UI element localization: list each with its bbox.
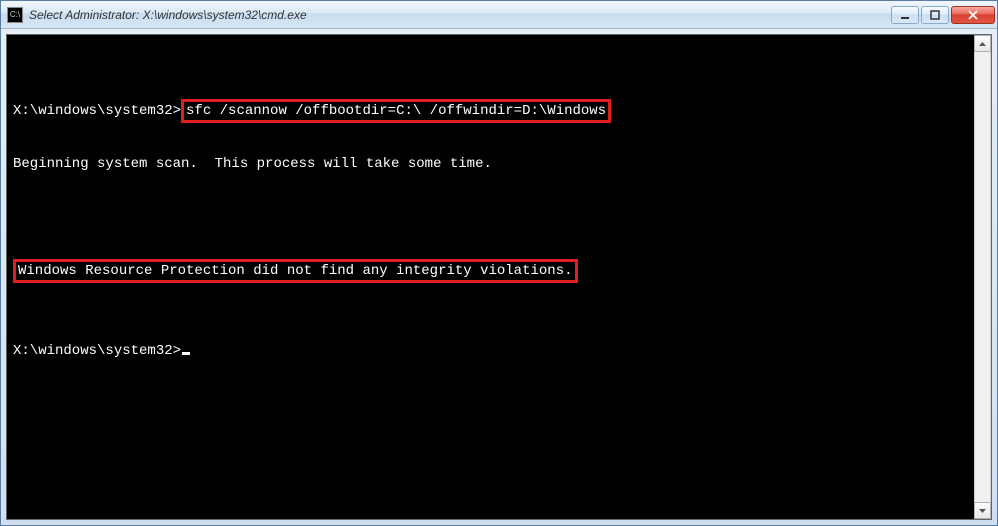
cmd-window: C:\ Select Administrator: X:\windows\sys… [0,0,998,526]
titlebar[interactable]: C:\ Select Administrator: X:\windows\sys… [1,1,997,29]
result-text: Windows Resource Protection did not find… [18,263,573,279]
maximize-button[interactable] [921,6,949,24]
close-button[interactable] [951,6,995,24]
scan-line: Beginning system scan. This process will… [13,151,968,178]
scroll-down-button[interactable] [974,502,991,519]
cursor [182,352,190,355]
command-highlight: sfc /scannow /offbootdir=C:\ /offwindir=… [181,99,611,123]
vertical-scrollbar[interactable] [974,35,991,519]
client-area: X:\windows\system32> sfc /scannow /offboo… [6,34,992,520]
console-output[interactable]: X:\windows\system32> sfc /scannow /offboo… [7,35,974,519]
scroll-track[interactable] [974,52,991,502]
minimize-button[interactable] [891,6,919,24]
prompt: X:\windows\system32> [13,103,181,119]
window-title: Select Administrator: X:\windows\system3… [29,8,891,22]
cmd-icon: C:\ [7,7,23,23]
prompt: X:\windows\system32> [13,343,181,359]
window-controls [891,6,995,24]
command-text: sfc /scannow /offbootdir=C:\ /offwindir=… [186,103,606,119]
scroll-up-button[interactable] [974,35,991,52]
result-highlight: Windows Resource Protection did not find… [13,259,578,283]
